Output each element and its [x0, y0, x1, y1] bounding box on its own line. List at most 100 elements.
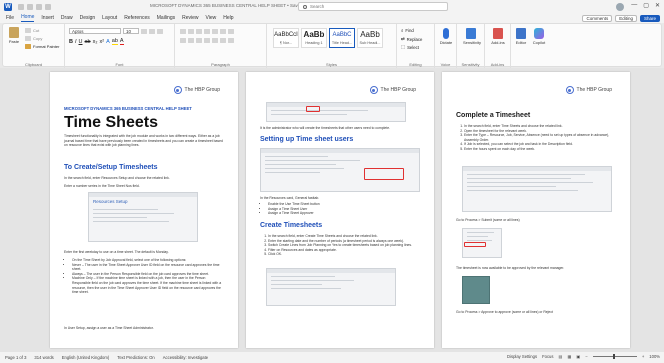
maximize-button[interactable]: ▢ [643, 2, 649, 9]
tab-draw[interactable]: Draw [61, 15, 73, 22]
borders-icon[interactable] [228, 38, 234, 43]
page-title: Time Sheets [64, 114, 158, 131]
share-button[interactable]: Share [639, 14, 660, 22]
display-settings-button[interactable]: Display Settings [507, 354, 537, 359]
paste-button[interactable]: Paste [6, 27, 22, 44]
italic-button[interactable]: I [75, 39, 77, 45]
style-name: ¶ Nor... [279, 41, 293, 45]
editor-label: Editor [515, 40, 527, 45]
print-layout-icon[interactable]: ▦ [567, 354, 571, 359]
addins-button[interactable]: Add-ins [490, 28, 506, 45]
user-avatar[interactable] [616, 2, 624, 11]
accessibility-indicator[interactable]: Accessibility: Investigate [163, 355, 208, 360]
copilot-button[interactable]: Copilot [531, 28, 547, 45]
web-layout-icon[interactable]: ▣ [576, 354, 580, 359]
format-painter-button[interactable]: Format Painter [25, 44, 59, 49]
strikethrough-button[interactable]: ab [85, 39, 91, 45]
zoom-out-icon[interactable]: − [585, 354, 587, 359]
tab-view[interactable]: View [206, 15, 217, 22]
tab-mailings[interactable]: Mailings [157, 15, 175, 22]
close-button[interactable]: ✕ [655, 2, 660, 9]
tab-design[interactable]: Design [80, 15, 96, 22]
highlight-icon[interactable]: ab [111, 38, 118, 45]
tab-home[interactable]: Home [21, 14, 35, 22]
word-count[interactable]: 314 words [34, 355, 53, 360]
logo-text: The HBP Group [380, 87, 416, 93]
style-title-heading[interactable]: AaBbC Title Head... [329, 28, 355, 48]
tab-help[interactable]: Help [223, 15, 233, 22]
multilevel-list-icon[interactable] [196, 29, 202, 34]
justify-icon[interactable] [204, 38, 210, 43]
copy-button[interactable]: Copy [25, 36, 42, 41]
footer-note: In User Setup, assign a user as a Time S… [64, 326, 154, 330]
undo-icon[interactable] [36, 3, 42, 10]
search-placeholder: Search [310, 4, 325, 9]
search-box[interactable]: Search [298, 2, 448, 11]
font-size-dropdown[interactable]: 10 [123, 28, 139, 34]
tab-review[interactable]: Review [182, 15, 198, 22]
superscript-button[interactable]: x² [100, 39, 105, 45]
show-marks-icon[interactable] [228, 29, 234, 34]
read-mode-icon[interactable]: ▤ [558, 354, 562, 359]
increase-indent-icon[interactable] [212, 29, 218, 34]
editor-button[interactable]: Editor [513, 28, 529, 45]
editing-label: Editing [409, 62, 422, 67]
highlight-box [364, 168, 404, 180]
tab-insert[interactable]: Insert [41, 15, 54, 22]
line-spacing-icon[interactable] [212, 38, 218, 43]
tab-file[interactable]: File [6, 15, 14, 22]
focus-button[interactable]: Focus [542, 354, 553, 359]
align-left-icon[interactable] [180, 38, 186, 43]
find-button[interactable]: ⌕ Find [401, 28, 414, 33]
tab-layout[interactable]: Layout [102, 15, 117, 22]
text-effects-icon[interactable]: A [106, 39, 110, 45]
dictate-button[interactable]: Dictate [438, 28, 454, 45]
save-icon[interactable] [27, 3, 33, 10]
page-1[interactable]: The HBP Group MICROSOFT DYNAMICS 365 BUS… [50, 72, 238, 348]
style-normal[interactable]: AaBbCcI ¶ Nor... [273, 28, 299, 48]
font-color-icon[interactable]: A [119, 38, 124, 45]
step-text: The timesheet is now available to be app… [456, 266, 565, 270]
style-heading-1[interactable]: AaBb Heading 1 [301, 28, 327, 48]
decrease-indent-icon[interactable] [204, 29, 210, 34]
sort-icon[interactable] [220, 29, 226, 34]
zoom-slider[interactable] [592, 354, 637, 359]
bullets-icon[interactable] [180, 29, 186, 34]
subscript-button[interactable]: x₂ [93, 39, 98, 45]
tab-references[interactable]: References [124, 15, 150, 22]
page-3[interactable]: The HBP Group Complete a Timesheet In th… [442, 72, 630, 348]
underline-button[interactable]: U [79, 39, 83, 45]
redo-icon[interactable] [45, 3, 51, 10]
editing-mode-button[interactable]: Editing [615, 14, 637, 22]
change-case-icon[interactable] [157, 28, 163, 34]
zoom-in-icon[interactable]: + [642, 354, 644, 359]
select-button[interactable]: ⬚ Select [401, 44, 419, 50]
grow-font-icon[interactable] [141, 28, 147, 34]
autosave-toggle[interactable] [18, 3, 24, 10]
list-item: Never – The user in the Time Sheet Appro… [72, 263, 224, 272]
bold-button[interactable]: B [69, 39, 73, 45]
editor-icon [516, 28, 526, 39]
shrink-font-icon[interactable] [149, 28, 155, 34]
zoom-level[interactable]: 100% [649, 354, 660, 359]
align-center-icon[interactable] [188, 38, 194, 43]
replace-button[interactable]: ⇄ Replace [401, 36, 422, 42]
document-canvas[interactable]: The HBP Group MICROSOFT DYNAMICS 365 BUS… [0, 68, 664, 352]
timesheet-admin-screenshot [266, 102, 406, 122]
zoom-slider-thumb[interactable] [612, 354, 615, 359]
page-2[interactable]: The HBP Group It is the administrator wh… [246, 72, 434, 348]
align-right-icon[interactable] [196, 38, 202, 43]
style-sub-heading[interactable]: AaBb Sub Headi... [357, 28, 383, 48]
page-count[interactable]: Page 1 of 3 [5, 355, 26, 360]
paste-icon [9, 27, 19, 38]
language-indicator[interactable]: English (United Kingdom) [62, 355, 109, 360]
font-group: Aptos 10 B I U ab x₂ x² A ab A Font [65, 24, 175, 68]
font-name-dropdown[interactable]: Aptos [69, 28, 121, 34]
comments-button[interactable]: Comments [582, 14, 613, 22]
numbering-icon[interactable] [188, 29, 194, 34]
text-predictions-indicator[interactable]: Text Predictions: On [117, 355, 154, 360]
shading-icon[interactable] [220, 38, 226, 43]
cut-button[interactable]: Cut [25, 28, 39, 33]
minimize-button[interactable]: — [631, 2, 637, 9]
sensitivity-button[interactable]: Sensitivity [463, 28, 481, 45]
